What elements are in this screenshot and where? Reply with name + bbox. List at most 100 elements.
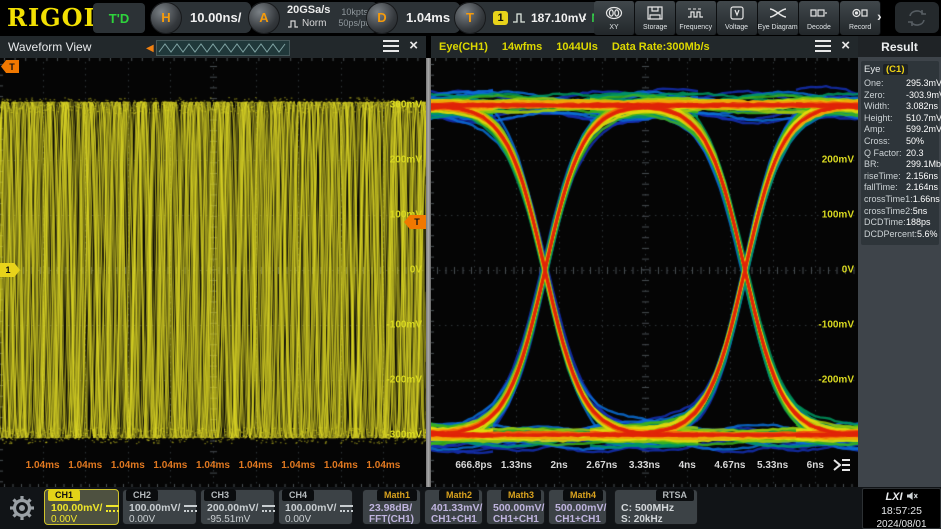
result-row: One: 295.3mV (864, 78, 941, 90)
toolbar-xy-button[interactable]: XY (594, 1, 635, 35)
horizontal-scale-control[interactable]: H 10.00ns/ (150, 1, 252, 34)
top-toolbar: RIGOL T'D H 10.00ns/ A 20GSa/s Norm 10kp… (0, 0, 941, 36)
result-label: DCDTime: (864, 217, 906, 228)
result-value: 50% (906, 135, 925, 146)
eye-measurement-box[interactable]: Eye (C1) One: 295.3mV Zero: -303.9mV Width: 3… (861, 61, 941, 246)
eye-x-tick-label: 2.67ns (586, 460, 618, 471)
toolbar-scroll-left-icon[interactable]: ‹ (582, 8, 587, 24)
waveform-panel-title: Waveform View (8, 40, 92, 54)
lxi-label: LXI (885, 491, 903, 503)
clock-box[interactable]: LXI 18:57:25 2024/08/01 (862, 488, 941, 529)
waveform-overview-strip[interactable]: ◀ (146, 40, 290, 56)
time-display: 18:57:25 (881, 504, 922, 517)
result-label: Height: (864, 112, 893, 123)
result-row: Width: 3.082ns (864, 101, 939, 113)
result-row: Amp: 599.2mV (864, 124, 941, 136)
channel-tab: CH2 (126, 489, 159, 501)
toolbar-voltage-button[interactable]: Voltage (717, 1, 758, 35)
eye-x-tick-label: 6ns (806, 460, 824, 471)
result-label: Q Factor: (864, 147, 902, 158)
trigger-knob[interactable]: T (454, 1, 486, 34)
waveform-canvas[interactable] (0, 58, 426, 487)
acquire-mode: Norm (302, 17, 327, 29)
eye-ui-count: 1044UIs (556, 41, 598, 53)
toolbar-decode-button[interactable]: Decode (799, 1, 840, 35)
channel-offset: 0.00V (51, 514, 78, 525)
eye-x-tick-label: 5.33ns (757, 460, 789, 471)
result-row: DCDTime:188ps (864, 217, 937, 229)
math-expression: CH1+CH1 (555, 514, 601, 525)
dc-coupling-icon (340, 504, 354, 513)
toolbar-button-label: XY (609, 21, 619, 31)
rtsa-card[interactable]: RTSA C: 500MHz S: 20kHz (614, 489, 698, 525)
eye-data-rate: Data Rate:300Mb/s (611, 41, 710, 53)
settings-button[interactable] (3, 492, 41, 524)
waveform-x-tick-label: 1.04ms (323, 460, 358, 471)
result-label: riseTime: (864, 170, 901, 181)
toolbar-frequency-button[interactable]: Frequency (676, 1, 717, 35)
toolbar-storage-button[interactable]: Storage (635, 1, 676, 35)
waveform-x-tick-label: 1.04ms (153, 460, 188, 471)
toolbar-button-label: Frequency (679, 21, 713, 31)
result-label: BR: (864, 159, 880, 170)
math-tab: Math3 (500, 489, 541, 501)
toolbar-scroll-right-icon[interactable]: › (877, 8, 882, 24)
math-card-math2[interactable]: Math2 401.33mV/CH1+CH1 (424, 489, 483, 525)
rigol-logo: RIGOL (7, 3, 102, 32)
screen-capture-button[interactable] (895, 2, 939, 33)
math-scale: 500.00mV/ (493, 502, 545, 514)
channel-card-ch2[interactable]: CH2 100.00mV/0.00V (122, 489, 198, 525)
math-card-math4[interactable]: Math4 500.00mV/CH1+CH1 (548, 489, 607, 525)
waveform-x-tick-label: 1.04ms (281, 460, 316, 471)
channel-scale: 200.00mV/ (207, 502, 259, 514)
result-expander-icon[interactable] (831, 456, 853, 479)
pulse-edge-icon (512, 10, 526, 25)
eye-y-tick-label: -200mV (818, 374, 854, 386)
eye-menu-icon[interactable] (815, 40, 832, 52)
eye-close-icon[interactable]: × (841, 38, 850, 53)
result-row: Height: 510.7mV (864, 112, 941, 125)
result-value: 1.66ns (912, 193, 940, 204)
dc-coupling-icon (106, 504, 120, 513)
horizontal-knob[interactable]: H (150, 1, 182, 34)
result-row: fallTime: 2.164ns (864, 182, 938, 194)
toolbar-menu: XY Storage Frequency Voltage Eye Diagram Deco… (594, 1, 881, 35)
acquisition-control[interactable]: A 20GSa/s Norm 10kpts 50ps/pt (248, 1, 378, 34)
gear-icon (10, 496, 34, 520)
eye-y-tick-label: 200mV (821, 154, 854, 166)
toolbar-record-button[interactable]: Record (840, 1, 881, 35)
math-card-math3[interactable]: Math3 500.00mV/CH1+CH1 (486, 489, 545, 525)
horizontal-scale-value: 10.00ns/ (190, 10, 242, 25)
overview-waveform-icon (155, 40, 290, 56)
waveform-close-icon[interactable]: × (409, 38, 418, 53)
mute-speaker-icon (906, 491, 918, 505)
channel-card-ch1[interactable]: CH1100.00mV/Ω0.00V (44, 489, 132, 525)
channel-scale: 100.00mV/ (285, 502, 337, 514)
channel-card-ch3[interactable]: CH3200.00mV/Ω-95.51mV (200, 489, 288, 525)
channel-card-ch4[interactable]: CH4 100.00mV/0.00V (278, 489, 354, 525)
decode-icon (810, 6, 828, 21)
waveform-y-tick-label: 300mV (389, 99, 422, 111)
math-tab: Math4 (562, 489, 603, 501)
eye-panel-header: Eye(CH1) 14wfms 1044UIs Data Rate:300Mb/… (431, 36, 858, 59)
result-row: DCDPercent:5.6% (864, 229, 938, 241)
delay-control[interactable]: D 1.04ms (366, 1, 461, 34)
eye-diagram-canvas[interactable] (431, 58, 858, 487)
math-expression: CH1+CH1 (431, 514, 477, 525)
channel-tab: CH1 (48, 489, 81, 501)
eye-x-tick-label: 1.33ns (500, 460, 532, 471)
waveform-menu-icon[interactable] (383, 40, 400, 52)
result-label: Cross: (864, 135, 891, 146)
delay-value: 1.04ms (406, 10, 451, 25)
result-value: 3.082ns (906, 101, 939, 112)
rtsa-span: S: 20kHz (621, 514, 663, 525)
acquisition-knob[interactable]: A (248, 1, 280, 34)
xy-icon (605, 6, 623, 21)
math-tab: Math1 (376, 489, 417, 501)
delay-knob[interactable]: D (366, 1, 398, 34)
toolbar-eye-diagram-button[interactable]: Eye Diagram (758, 1, 799, 35)
result-row: crossTime2:5ns (864, 206, 937, 218)
channel-tab: CH4 (282, 489, 315, 501)
channel-scale: 100.00mV/ (129, 502, 181, 514)
math-card-math1[interactable]: Math1 23.98dB/FFT(CH1) (362, 489, 421, 525)
